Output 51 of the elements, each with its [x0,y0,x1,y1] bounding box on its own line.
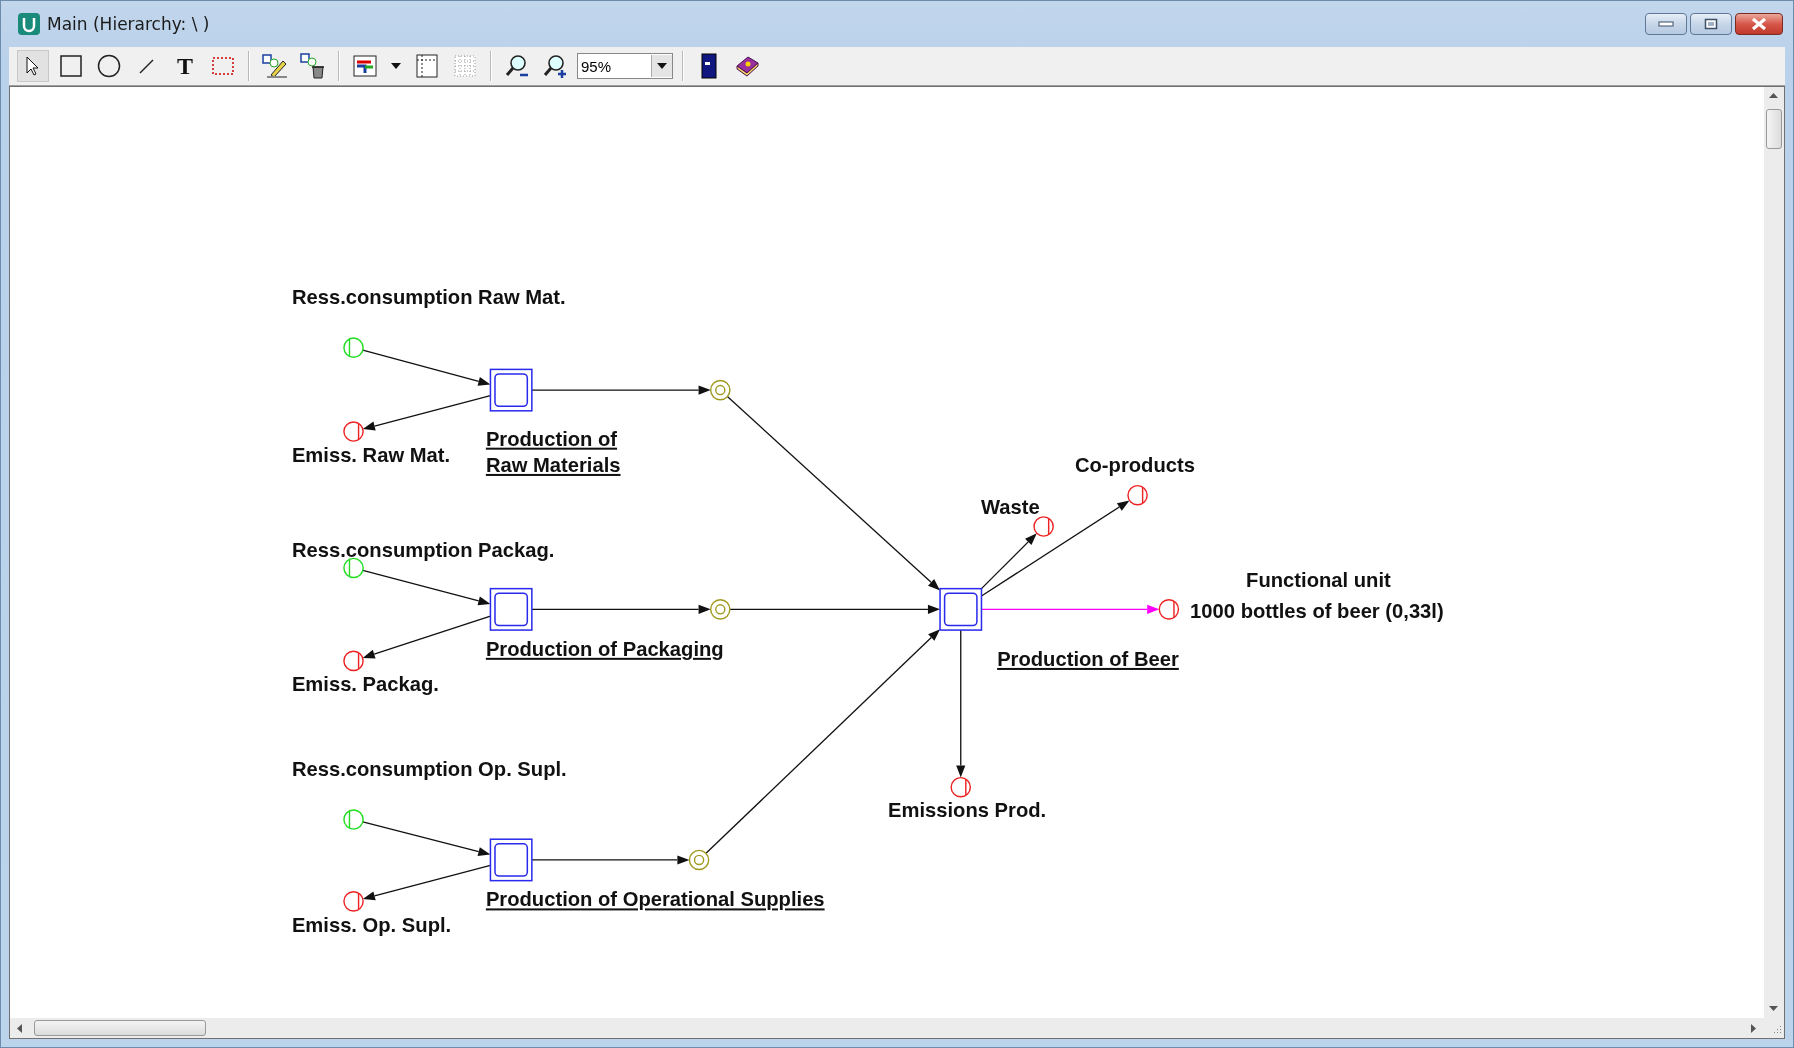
output-node[interactable] [343,421,364,442]
reference-node[interactable] [1158,599,1180,620]
process-label: Production of [485,427,618,450]
flow-label: Ress.consumption Op. Supl. [291,758,567,781]
scroll-down-icon[interactable] [1769,1006,1778,1012]
process-label: Production of Packaging [485,637,724,660]
caret-icon [656,62,668,70]
flow-label: Co-products [1074,453,1195,476]
restore-button[interactable] [1690,13,1732,35]
window-title: Main (Hierarchy: \ ) [47,14,210,34]
output-node[interactable] [1033,516,1054,537]
scroll-left-icon[interactable] [17,1024,23,1033]
process-box[interactable] [489,838,533,882]
intermediate-node[interactable] [688,849,710,871]
pointer-tool[interactable] [17,50,49,82]
flow-label: 1000 bottles of beer (0,33l) [1190,600,1444,623]
flow-label: Emissions Prod. [888,799,1047,822]
output-node[interactable] [950,776,972,798]
process-box[interactable] [489,368,533,412]
process-label: Production of Operational Supplies [485,888,825,911]
process-label: Production of Beer [997,647,1179,670]
input-node[interactable] [343,809,364,830]
minimize-button[interactable] [1645,13,1687,35]
flow-label: Emiss. Packag. [291,673,439,696]
horizontal-scrollbar-thumb[interactable] [34,1020,206,1036]
flow-label: Functional unit [1246,569,1391,592]
scroll-up-icon[interactable] [1769,93,1778,99]
output-node[interactable] [343,891,364,912]
text-tool[interactable]: T [169,50,201,82]
process-box[interactable] [939,587,983,631]
flow-label: Ress.consumption Raw Mat. [291,286,566,309]
flow-label: Emiss. Op. Supl. [291,913,452,936]
flow-label: Waste [980,496,1040,519]
output-node[interactable] [343,650,364,672]
input-node[interactable] [343,337,364,358]
app-icon [17,12,41,36]
output-node[interactable] [1127,484,1148,506]
vertical-scrollbar-thumb[interactable] [1766,109,1782,149]
restore-icon [1704,18,1718,30]
zoom-dropdown[interactable]: 95% [577,53,673,79]
close-icon [1751,17,1767,31]
process-label: Raw Materials [485,453,621,476]
line-icon [137,56,157,76]
scroll-right-icon[interactable] [1751,1024,1757,1033]
intermediate-node[interactable] [710,379,731,401]
flow-label: Ress.consumption Packag. [291,538,555,561]
minimize-icon [1658,20,1674,28]
process-box[interactable] [489,587,533,631]
intermediate-node[interactable] [710,599,731,620]
flow-label: Emiss. Raw Mat. [291,443,451,466]
close-button[interactable] [1735,13,1783,35]
